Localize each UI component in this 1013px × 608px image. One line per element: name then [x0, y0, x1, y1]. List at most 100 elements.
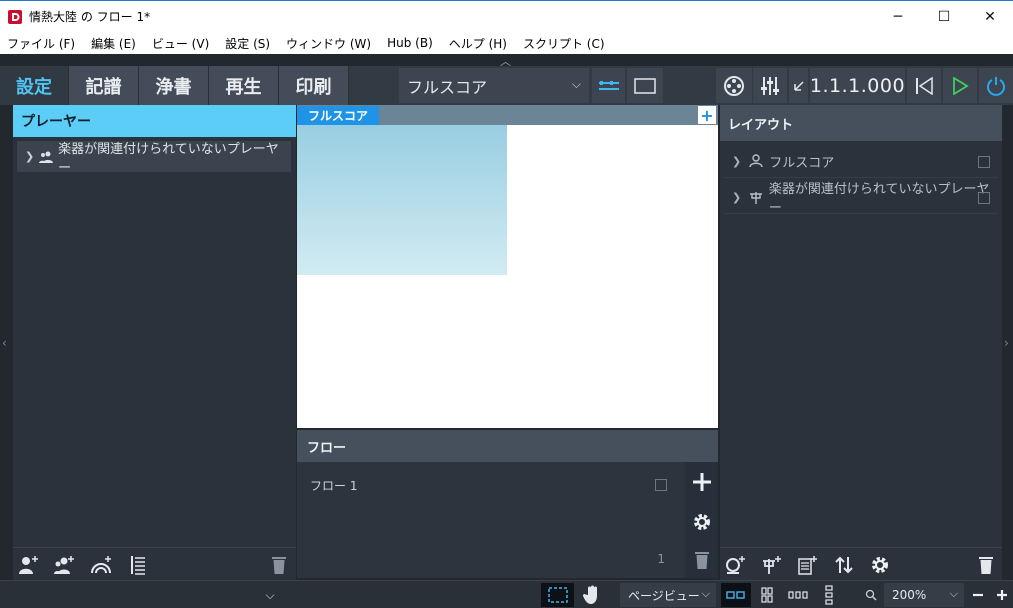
delete-flow-icon[interactable] [690, 548, 714, 572]
add-flow-icon[interactable] [690, 470, 714, 494]
full-score-icon [747, 153, 765, 169]
toolbar-collapse-strip: ︿ [0, 54, 1013, 68]
layout-row-full-score[interactable]: ❯ フルスコア [724, 145, 998, 178]
galley-view-button[interactable] [592, 68, 625, 103]
flows-list: フロー 1 1 [297, 462, 685, 578]
film-reel-icon [724, 75, 744, 96]
zoom-out-button[interactable] [967, 583, 989, 607]
window-controls: ─ ☐ ✕ [875, 1, 1013, 32]
pages-grid-button[interactable] [754, 583, 780, 607]
selection-tool-button[interactable] [541, 583, 574, 607]
flow-tools [685, 462, 718, 578]
flow-number: 1 [657, 552, 665, 566]
menu-setup[interactable]: 設定 (S) [225, 35, 270, 52]
rewind-button[interactable] [907, 68, 941, 103]
hand-tool-button[interactable] [577, 583, 607, 607]
app-logo-icon [7, 9, 23, 25]
menu-view[interactable]: ビュー (V) [152, 35, 209, 52]
play-icon [953, 76, 969, 95]
view-mode-selector[interactable]: ページビュー ⌵ [620, 583, 716, 607]
layout-checkbox[interactable] [978, 156, 990, 168]
mode-tab-write[interactable]: 記譜 [69, 66, 139, 105]
tab-full-score[interactable]: フルスコア [297, 106, 379, 125]
chevron-right-icon[interactable]: ❯ [732, 155, 741, 168]
page-view-icon [634, 77, 656, 94]
minus-icon [973, 593, 983, 597]
pages-row-button[interactable] [784, 583, 812, 607]
transport-expand-button[interactable] [789, 68, 808, 103]
mode-tab-engrave[interactable]: 浄書 [139, 66, 209, 105]
layout-selector[interactable]: フルスコア ⌵ [399, 68, 589, 103]
close-button[interactable]: ✕ [967, 1, 1013, 32]
video-button[interactable] [716, 68, 752, 103]
position-counter: 1.1.1.000 [810, 68, 905, 103]
spreads-horizontal-button[interactable] [721, 583, 751, 607]
menu-hub[interactable]: Hub (B) [387, 36, 433, 50]
marquee-select-icon [547, 587, 568, 603]
score-tab-bar: フルスコア + [297, 105, 718, 125]
add-full-score-layout-icon[interactable] [724, 554, 746, 576]
minimize-button[interactable]: ─ [875, 1, 921, 32]
layout-label: 楽器が関連付けられていないプレーヤー [768, 182, 990, 216]
layout-options-icon[interactable] [869, 554, 891, 576]
pages-row-icon [788, 591, 808, 599]
layouts-panel-footer [720, 547, 1002, 580]
player-row[interactable]: ❯ 楽器が関連付けられていないプレーヤー [17, 141, 291, 176]
zoom-in-button[interactable] [991, 583, 1013, 607]
layouts-panel-title: レイアウト [720, 105, 1002, 141]
add-player-group-icon[interactable] [127, 554, 149, 576]
right-panel-toggle-icon[interactable]: › [1004, 336, 1009, 350]
menu-file[interactable]: ファイル (F) [7, 35, 75, 52]
status-bar: ⌵ ページビュー ⌵ 200% ⌵ [0, 580, 1013, 608]
delete-layout-icon[interactable] [975, 554, 997, 576]
mixer-button[interactable] [753, 68, 787, 103]
main-toolbar: 設定 記譜 浄書 再生 印刷 フルスコア ⌵ 1.1.1.000 [0, 66, 1013, 105]
play-button[interactable] [943, 68, 977, 103]
flows-panel-title: フロー [297, 430, 718, 462]
add-solo-player-icon[interactable] [17, 554, 39, 576]
page-view-button[interactable] [627, 68, 663, 103]
left-panel-toggle-icon[interactable]: ‹ [2, 336, 7, 350]
lower-zone-toggle-icon[interactable]: ⌵ [260, 583, 280, 607]
players-panel-title[interactable]: プレーヤー [13, 105, 296, 137]
pages-column-icon [825, 585, 833, 605]
add-part-layout-icon[interactable] [760, 554, 782, 576]
zoom-selector[interactable]: 200% ⌵ [884, 583, 964, 607]
pages-grid-icon [761, 587, 773, 603]
sort-layouts-icon[interactable] [833, 554, 855, 576]
add-tab-button[interactable]: + [698, 106, 716, 125]
flow-checkbox[interactable] [655, 479, 667, 491]
layouts-panel: レイアウト ❯ フルスコア ❯ 楽器が関連付けられていないプレーヤー [720, 105, 1002, 580]
power-button[interactable] [979, 68, 1013, 103]
mode-tab-setup[interactable]: 設定 [0, 66, 69, 105]
mode-tab-play[interactable]: 再生 [209, 66, 279, 105]
hand-icon [583, 585, 597, 604]
maximize-button[interactable]: ☐ [921, 1, 967, 32]
add-custom-layout-icon[interactable] [796, 554, 818, 576]
score-view[interactable] [297, 125, 718, 428]
rewind-to-start-icon [916, 76, 933, 95]
part-layout-icon [747, 189, 765, 205]
menu-window[interactable]: ウィンドウ (W) [286, 35, 371, 52]
mode-tab-print[interactable]: 印刷 [279, 66, 349, 105]
chevron-right-icon[interactable]: ❯ [732, 191, 741, 204]
flow-settings-icon[interactable] [690, 510, 714, 534]
players-panel-footer [13, 547, 296, 580]
power-icon [987, 76, 1005, 96]
player-group-icon [39, 151, 54, 163]
pages-column-button[interactable] [818, 583, 840, 607]
mixer-icon [761, 76, 779, 95]
delete-player-icon[interactable] [268, 554, 290, 576]
chevron-down-icon: ⌵ [701, 587, 710, 600]
add-section-player-icon[interactable] [53, 554, 75, 576]
players-panel: プレーヤー ❯ 楽器が関連付けられていないプレーヤー [13, 105, 296, 580]
menu-script[interactable]: スクリプト (C) [523, 35, 605, 52]
chevron-right-icon[interactable]: ❯ [25, 150, 34, 163]
menu-help[interactable]: ヘルプ (H) [449, 35, 507, 52]
layout-checkbox[interactable] [978, 192, 990, 204]
flow-item-label[interactable]: フロー 1 [310, 477, 357, 494]
add-ensemble-icon[interactable] [90, 554, 112, 576]
layout-row-part[interactable]: ❯ 楽器が関連付けられていないプレーヤー [724, 181, 998, 216]
zoom-icon [860, 583, 882, 607]
menu-edit[interactable]: 編集 (E) [91, 35, 136, 52]
